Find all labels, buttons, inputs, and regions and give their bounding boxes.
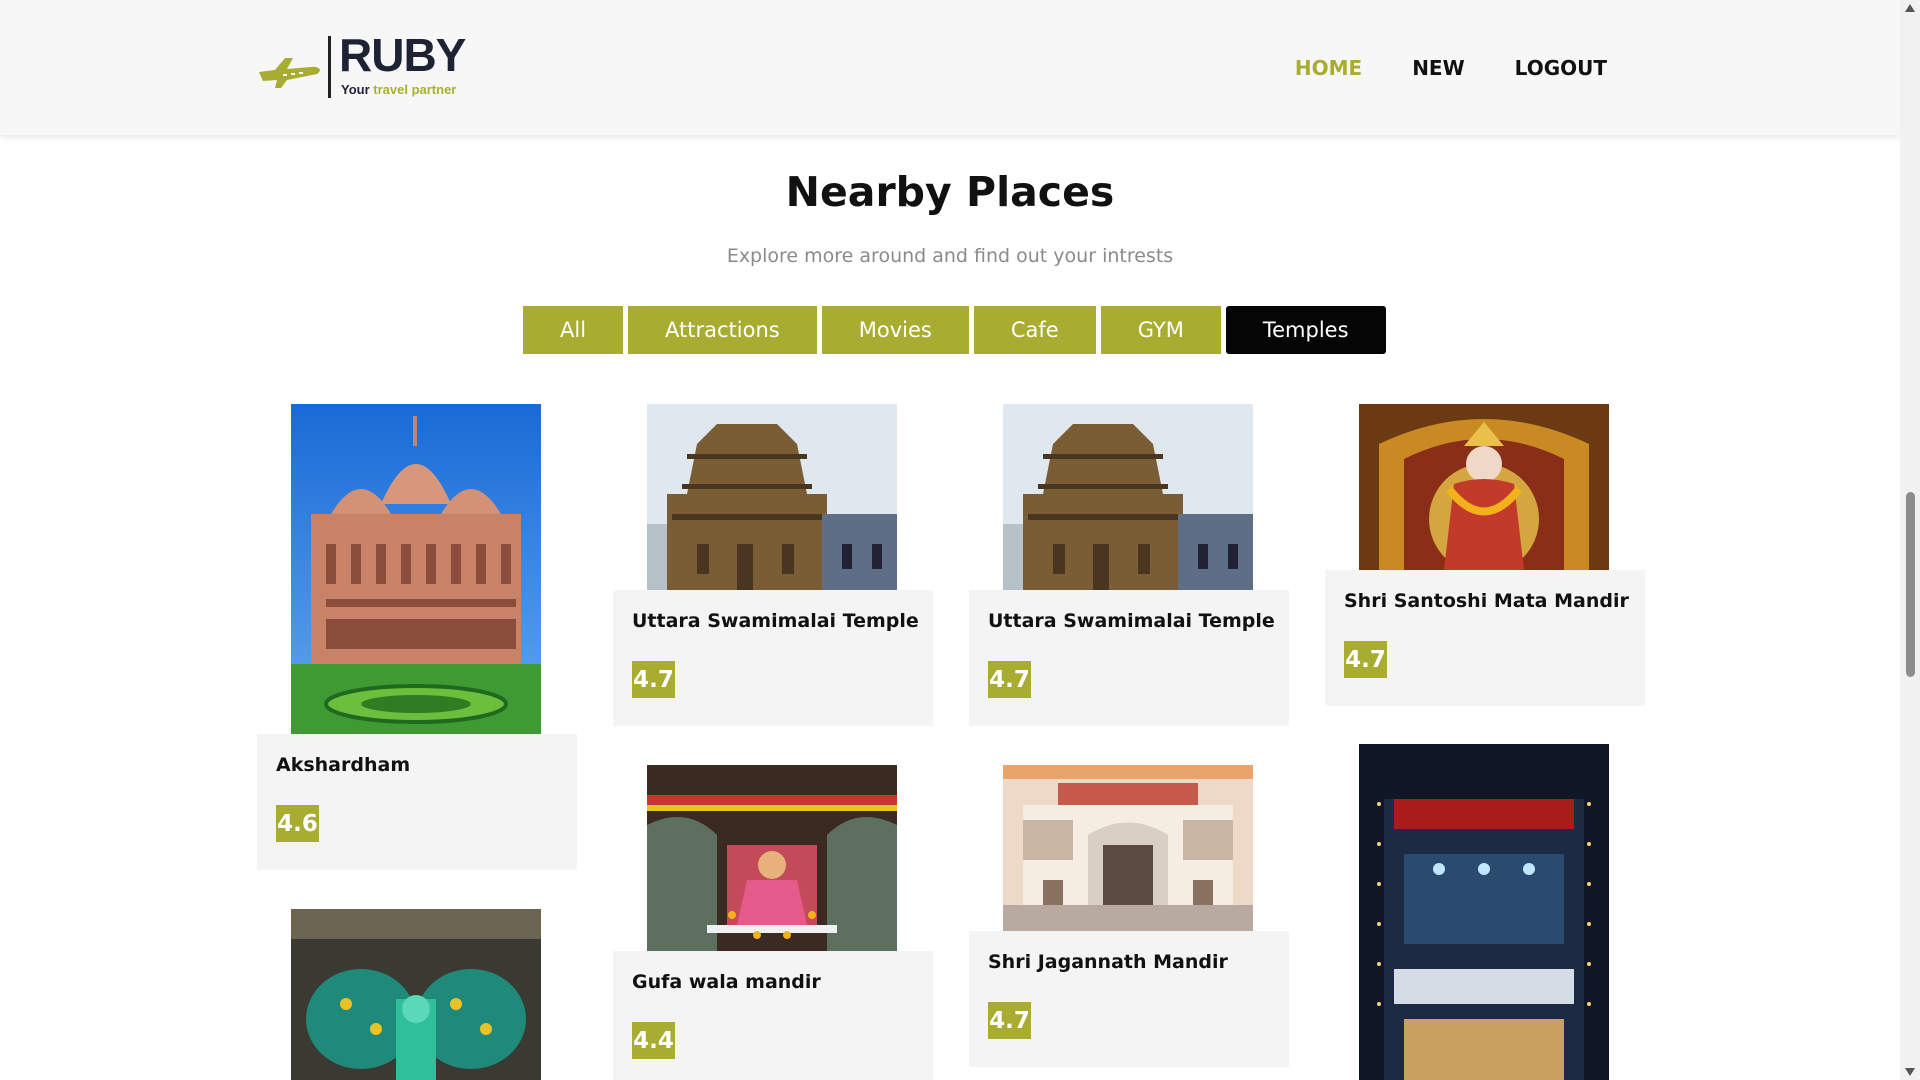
place-name: Gufa wala mandir [632, 971, 821, 993]
place-name: Uttara Swamimalai Temple [988, 610, 1275, 632]
rating-badge: 4.7 [988, 1002, 1031, 1039]
place-image [1003, 404, 1253, 590]
place-name: Uttara Swamimalai Temple [632, 610, 919, 632]
place-image [1359, 744, 1609, 1080]
place-image [291, 404, 541, 734]
place-card-body: Uttara Swamimalai Temple 4.7 [969, 590, 1289, 726]
place-image [291, 909, 541, 1080]
logo-divider [328, 36, 331, 98]
place-name: Shri Jagannath Mandir [988, 951, 1228, 973]
section-subtitle: Explore more around and find out your in… [726, 245, 1174, 267]
peacock-mural-icon [291, 909, 541, 1080]
nav-new-link[interactable]: NEW [1412, 56, 1464, 80]
place-card-body: Shri Jagannath Mandir 4.7 [969, 931, 1289, 1067]
nav-logout-link[interactable]: LOGOUT [1515, 56, 1607, 80]
rating-badge: 4.4 [632, 1022, 675, 1059]
scroll-down-arrow-icon[interactable] [1905, 1068, 1915, 1076]
place-name: Akshardham [276, 754, 411, 776]
filter-gym[interactable]: GYM [1100, 306, 1221, 354]
site-header: RUBY Your travel partner HOME NEW LOGOUT [0, 0, 1900, 135]
page-scrollbar[interactable] [1900, 0, 1920, 1080]
place-card[interactable] [1325, 744, 1645, 1080]
place-card-body: Gufa wala mandir 4.4 [613, 951, 933, 1080]
rating-badge: 4.7 [632, 661, 675, 698]
section-title: Nearby Places [785, 168, 1115, 216]
gopuram-temple-icon [1003, 404, 1253, 590]
place-name: Shri Santoshi Mata Mandir [1344, 590, 1629, 612]
airplane-icon [259, 58, 320, 88]
place-card-body: Uttara Swamimalai Temple 4.7 [613, 590, 933, 726]
filter-movies[interactable]: Movies [821, 306, 969, 354]
place-image [1359, 404, 1609, 570]
place-card[interactable]: Uttara Swamimalai Temple 4.7 [613, 404, 933, 728]
category-filters: All Attractions Movies Cafe GYM Temples [523, 306, 1386, 354]
goddess-idol-icon [1359, 404, 1609, 570]
nav-home-link[interactable]: HOME [1295, 56, 1362, 80]
scroll-up-arrow-icon[interactable] [1905, 4, 1915, 12]
filter-all[interactable]: All [523, 306, 624, 354]
temple-entrance-icon [1003, 765, 1253, 931]
tagline-part-2: travel partner [373, 82, 457, 97]
place-card[interactable]: Shri Santoshi Mata Mandir 4.7 [1325, 404, 1645, 706]
filter-cafe[interactable]: Cafe [973, 306, 1096, 354]
main-nav: HOME NEW LOGOUT [1295, 56, 1607, 80]
brand-logo[interactable]: RUBY Your travel partner [255, 30, 466, 102]
place-image [647, 765, 897, 951]
lit-shop-front-icon [1359, 744, 1609, 1080]
place-image [647, 404, 897, 590]
cave-shrine-icon [647, 765, 897, 951]
pink-stone-temple-icon [291, 404, 541, 734]
place-card[interactable]: Shri Jagannath Mandir 4.7 [969, 765, 1289, 1067]
place-card[interactable] [257, 909, 577, 1080]
place-card[interactable]: Akshardham 4.6 [257, 404, 577, 872]
gopuram-temple-icon [647, 404, 897, 590]
scroll-thumb[interactable] [1906, 492, 1915, 677]
filter-attractions[interactable]: Attractions [628, 306, 817, 354]
rating-badge: 4.6 [276, 805, 319, 842]
place-card-body: Akshardham 4.6 [257, 734, 577, 870]
brand-name: RUBY [339, 29, 466, 81]
place-card[interactable]: Uttara Swamimalai Temple 4.7 [969, 404, 1289, 728]
place-card[interactable]: Gufa wala mandir 4.4 [613, 765, 933, 1080]
rating-badge: 4.7 [1344, 641, 1387, 678]
filter-temples[interactable]: Temples [1225, 306, 1386, 354]
rating-badge: 4.7 [988, 661, 1031, 698]
place-image [1003, 765, 1253, 931]
place-card-body: Shri Santoshi Mata Mandir 4.7 [1325, 570, 1645, 706]
tagline-part-1: Your [341, 82, 374, 97]
brand-tagline: Your travel partner [341, 82, 456, 97]
